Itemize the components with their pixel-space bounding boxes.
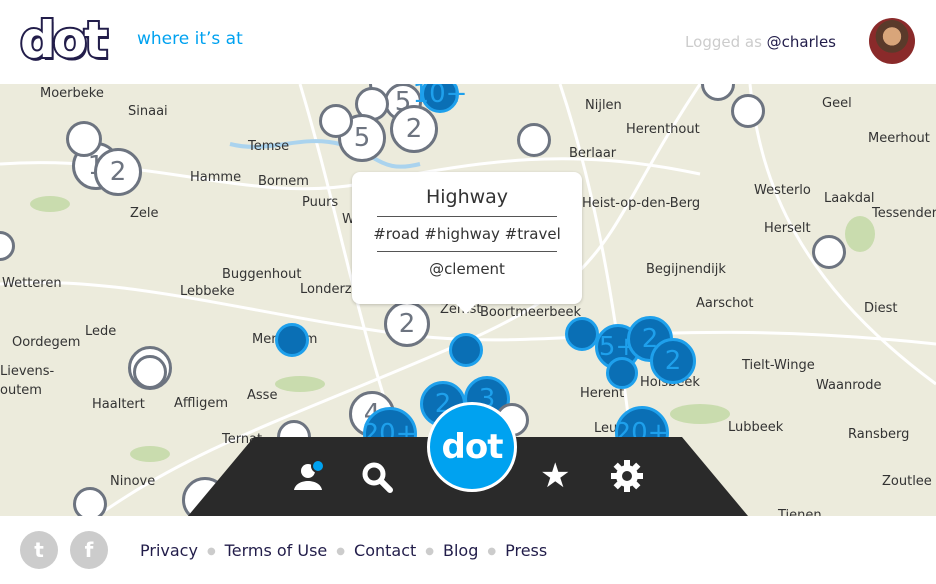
footer-link-contact[interactable]: Contact bbox=[354, 541, 416, 563]
place-label: Tienen bbox=[778, 508, 822, 516]
link-separator: ● bbox=[487, 546, 497, 557]
place-label: Nijlen bbox=[585, 98, 622, 113]
logo[interactable]: dot bbox=[18, 10, 110, 70]
place-label: Meerhout bbox=[868, 131, 930, 146]
place-label: Tielt-Winge bbox=[742, 358, 815, 373]
gear-icon[interactable] bbox=[610, 459, 644, 493]
place-label: Lebbeke bbox=[180, 284, 235, 299]
tagline: where it’s at bbox=[137, 29, 243, 49]
link-separator: ● bbox=[425, 546, 434, 557]
map-marker[interactable] bbox=[731, 94, 765, 128]
place-label: Westerlo bbox=[754, 183, 811, 198]
place-label: Puurs bbox=[302, 195, 339, 210]
divider bbox=[377, 251, 557, 252]
place-label: Temse bbox=[248, 139, 290, 154]
map-popup[interactable]: Highway #road #highway #travel @clement bbox=[352, 172, 582, 314]
map-marker[interactable]: 2 bbox=[94, 148, 142, 196]
place-label: Sinaai bbox=[128, 104, 168, 119]
map-marker[interactable] bbox=[73, 487, 107, 516]
map-marker[interactable] bbox=[517, 123, 551, 157]
place-label: Herenthout bbox=[626, 122, 700, 137]
avatar[interactable] bbox=[869, 18, 915, 64]
place-label: Lievens- bbox=[0, 364, 55, 379]
star-icon[interactable]: ★ bbox=[540, 456, 570, 496]
place-label: Aarschot bbox=[696, 296, 754, 311]
logged-as: Logged as @charles bbox=[685, 33, 836, 51]
link-separator: ● bbox=[206, 546, 216, 557]
place-label: Waanrode bbox=[816, 378, 882, 393]
map-marker[interactable] bbox=[275, 323, 309, 357]
footer-links: Privacy ● Terms of Use ● Contact ● Blog ● Press bbox=[140, 541, 547, 563]
place-label: Affligem bbox=[174, 396, 228, 411]
place-label: Lubbeek bbox=[728, 420, 784, 435]
place-label: Boortmeerbeek bbox=[480, 305, 582, 320]
map-marker[interactable] bbox=[66, 121, 102, 157]
footer-link-privacy[interactable]: Privacy bbox=[140, 541, 198, 563]
footer-link-blog[interactable]: Blog bbox=[443, 541, 478, 563]
place-label: Hamme bbox=[190, 170, 242, 185]
place-label: Ninove bbox=[110, 474, 156, 489]
place-label: Asse bbox=[247, 388, 278, 403]
popup-tags: #road #highway #travel bbox=[373, 225, 561, 243]
place-label: outem bbox=[0, 383, 42, 398]
place-label: Begijnendijk bbox=[646, 262, 726, 277]
popup-title: Highway bbox=[425, 186, 509, 208]
place-label: Zoutlee bbox=[882, 474, 932, 489]
place-label: Lede bbox=[85, 324, 117, 339]
map-marker[interactable] bbox=[565, 317, 599, 351]
place-label: Buggenhout bbox=[222, 267, 302, 282]
map-marker[interactable] bbox=[812, 235, 846, 269]
search-icon[interactable] bbox=[360, 460, 394, 494]
place-label: Herselt bbox=[764, 221, 811, 236]
footer-link-terms-of-use[interactable]: Terms of Use bbox=[225, 541, 328, 563]
facebook-icon[interactable]: f bbox=[70, 531, 108, 569]
twitter-icon[interactable]: t bbox=[20, 531, 58, 569]
place-label: Diest bbox=[864, 301, 898, 316]
place-label: Laakdal bbox=[824, 191, 875, 206]
map-marker[interactable] bbox=[606, 357, 638, 389]
map-marker[interactable] bbox=[319, 104, 353, 138]
place-label: Tessender bbox=[872, 206, 936, 221]
place-label: Moerbeke bbox=[40, 86, 104, 101]
map-marker[interactable] bbox=[133, 355, 167, 389]
divider bbox=[377, 216, 557, 217]
profile-icon[interactable] bbox=[291, 458, 327, 492]
place-label: Ransberg bbox=[848, 427, 910, 442]
popup-user[interactable]: @clement bbox=[352, 260, 582, 278]
map-marker[interactable]: 2 bbox=[390, 105, 438, 153]
place-label: Wetteren bbox=[2, 276, 62, 291]
map-marker[interactable]: 2 bbox=[384, 301, 430, 347]
place-label: Oordegem bbox=[12, 335, 81, 350]
username-link[interactable]: @charles bbox=[767, 33, 836, 51]
header: dot where it’s at Logged as @charles bbox=[0, 0, 936, 84]
place-label: Zele bbox=[130, 206, 159, 221]
link-separator: ● bbox=[336, 546, 346, 557]
place-label: Heist-op-den-Berg bbox=[582, 196, 701, 211]
dot-center-button[interactable]: dot bbox=[427, 402, 517, 492]
place-label: Haaltert bbox=[92, 397, 145, 412]
place-label: Geel bbox=[822, 96, 852, 111]
map-marker[interactable] bbox=[449, 333, 483, 367]
logged-prefix: Logged as bbox=[685, 33, 762, 51]
map-marker[interactable]: 2 bbox=[650, 338, 696, 384]
footer-link-press[interactable]: Press bbox=[505, 541, 547, 563]
place-label: Berlaar bbox=[569, 146, 617, 161]
place-label: Bornem bbox=[258, 174, 309, 189]
